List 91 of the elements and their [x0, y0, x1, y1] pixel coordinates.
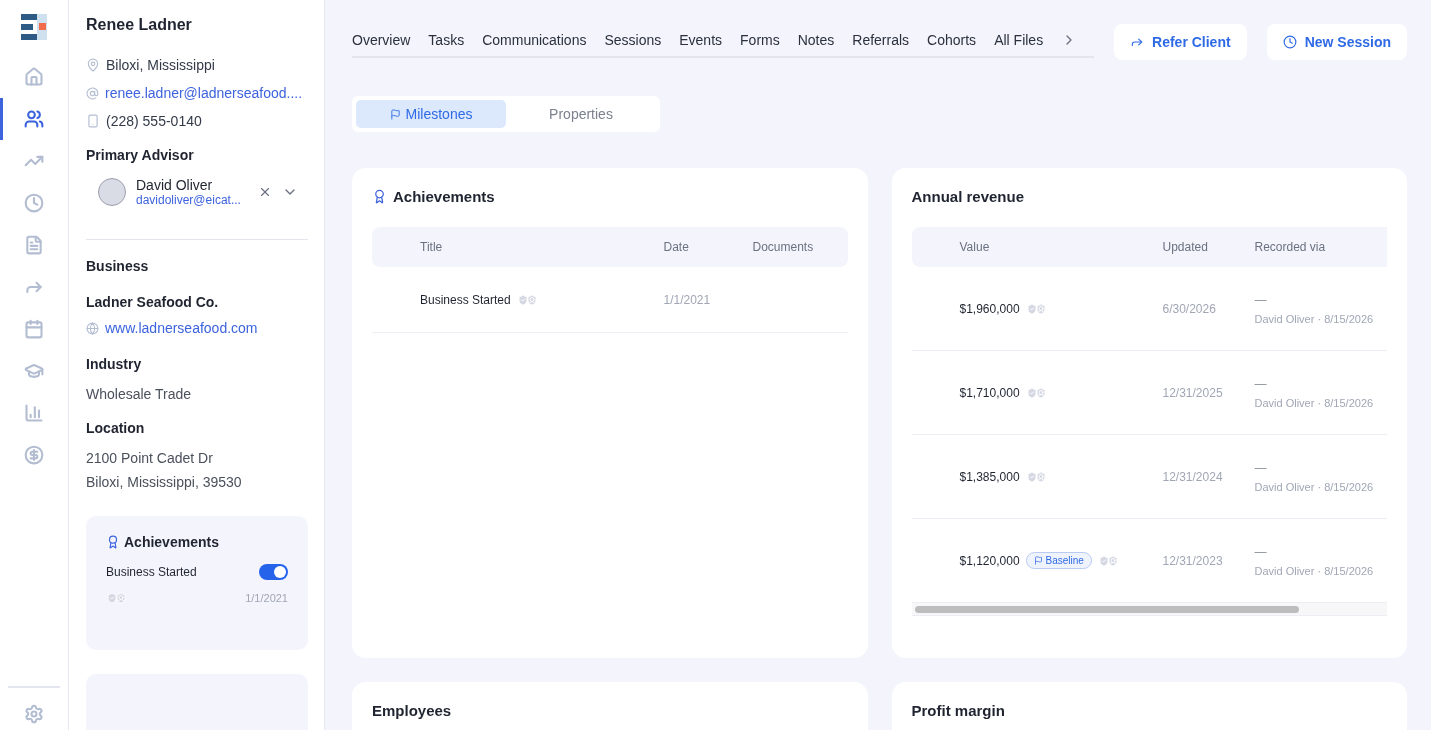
website-link[interactable]: www.ladnerseafood.com — [105, 320, 258, 336]
location-pin-icon — [86, 58, 100, 72]
nav-tab[interactable]: Communications — [482, 32, 587, 48]
table-cell-text: — — [1254, 544, 1268, 559]
clock-icon — [24, 193, 44, 213]
column-header: Date — [663, 240, 690, 254]
new-session-button[interactable]: New Session — [1266, 24, 1407, 60]
calendar-icon — [24, 319, 44, 339]
document-icon — [24, 235, 44, 255]
nav-tab[interactable]: Events — [679, 32, 723, 48]
shield-badges-icon — [1097, 554, 1119, 567]
logo-icon — [21, 14, 47, 40]
nav-tab[interactable]: Tasks — [428, 32, 465, 48]
business-name: Ladner Seafood Co. — [86, 294, 220, 310]
toggle-switch[interactable] — [259, 564, 288, 580]
client-name: Renee Ladner — [86, 16, 193, 34]
field-value: Wholesale Trade — [86, 385, 193, 404]
card-title: Achievements — [393, 188, 495, 205]
table-cell: 6/30/2026 — [1162, 301, 1216, 316]
shield-badges-icon — [1025, 470, 1047, 483]
clock-icon — [1282, 35, 1297, 49]
baseline-tag: Baseline — [1025, 552, 1092, 569]
card-title: Employees — [372, 702, 452, 719]
card-title: Annual revenue — [911, 188, 1025, 205]
achievement-date: 1/1/2021 — [245, 592, 288, 604]
at-sign-icon — [86, 86, 99, 100]
recorded-by-text: David Oliver · 8/15/2026 — [1254, 564, 1375, 577]
nav-tab[interactable]: Notes — [797, 32, 835, 48]
table-cell-text: — — [1254, 376, 1268, 391]
achievement-title: Business Started — [106, 565, 197, 579]
nav-tab[interactable]: Referrals — [852, 32, 910, 48]
table-cell: 12/31/2024 — [1162, 469, 1223, 484]
column-header: Value — [959, 240, 991, 254]
field-label: Location — [86, 420, 146, 436]
bar-chart-icon — [24, 403, 44, 423]
refer-client-button[interactable]: Refer Client — [1114, 24, 1247, 60]
recorded-by-text: David Oliver · 8/15/2026 — [1254, 396, 1375, 409]
table-cell: $1,385,000 — [959, 469, 1020, 484]
nav-tab[interactable]: Cohorts — [927, 32, 977, 48]
recorded-by-text: David Oliver · 8/15/2026 — [1254, 312, 1375, 325]
dollar-icon — [24, 445, 44, 465]
advisor-email-link[interactable]: davidoliver@eicat... — [136, 193, 248, 207]
column-header: Title — [420, 240, 444, 254]
shield-badges-icon — [106, 592, 127, 604]
nav-tab[interactable]: Overview — [352, 32, 411, 48]
column-header: Documents — [752, 240, 815, 254]
phone-icon — [86, 114, 100, 128]
award-icon — [106, 535, 120, 549]
table-cell-text: — — [1254, 292, 1268, 307]
table-cell: 12/31/2025 — [1162, 385, 1223, 400]
home-icon — [24, 67, 44, 87]
avatar — [98, 178, 126, 206]
card-title: Achievements — [124, 534, 219, 550]
segment-tab[interactable]: Milestones — [356, 100, 506, 128]
graduation-cap-icon — [24, 361, 44, 381]
phone-number: (228) 555-0140 — [106, 113, 202, 129]
close-icon[interactable] — [258, 185, 272, 199]
column-header: Recorded via — [1254, 240, 1327, 254]
table-cell: 12/31/2023 — [1162, 553, 1223, 568]
nav-tab[interactable]: Sessions — [604, 32, 662, 48]
globe-icon — [86, 321, 99, 335]
table-cell: $1,710,000 — [959, 385, 1020, 400]
field-value: Biloxi, Mississippi, 39530 — [86, 473, 243, 492]
client-location: Biloxi, Mississippi — [106, 57, 215, 73]
field-value: 2100 Point Cadet Dr — [86, 449, 214, 468]
nav-tab[interactable]: Forms — [740, 32, 780, 48]
settings-icon[interactable] — [24, 704, 44, 724]
card-title: Profit margin — [911, 702, 1005, 719]
table-cell: 1/1/2021 — [663, 292, 711, 307]
shield-badges-icon — [1025, 302, 1047, 315]
flag-icon — [389, 108, 401, 120]
nav-tab[interactable]: All Files — [994, 32, 1044, 48]
table-cell-text: — — [1254, 460, 1268, 475]
shield-badges-icon — [516, 293, 538, 306]
section-heading: Primary Advisor — [86, 147, 195, 163]
advisor-name: David Oliver — [136, 177, 214, 193]
table-cell: $1,960,000 — [959, 301, 1020, 316]
award-icon — [372, 189, 387, 204]
section-heading: Business — [86, 258, 150, 274]
horizontal-scrollbar[interactable] — [911, 603, 1387, 616]
email-link[interactable]: renee.ladner@ladnerseafood.... — [105, 85, 303, 101]
share-arrow-icon — [1130, 35, 1145, 49]
people-icon — [24, 109, 44, 129]
flag-icon — [1033, 556, 1043, 565]
field-label: Industry — [86, 356, 143, 372]
recorded-by-text: David Oliver · 8/15/2026 — [1254, 480, 1375, 493]
table-cell: $1,120,000 — [959, 553, 1020, 568]
column-header: Updated — [1162, 240, 1209, 254]
table-cell: Business Started — [420, 292, 511, 307]
segment-tab[interactable]: Properties — [506, 100, 656, 128]
shield-badges-icon — [1025, 386, 1047, 399]
